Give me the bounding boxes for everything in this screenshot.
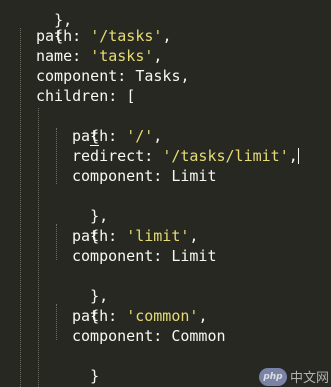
code-token: redirect: [72, 147, 145, 165]
code-token: path: [36, 27, 73, 45]
code-line: },: [54, 186, 108, 225]
code-string: 'common': [126, 307, 199, 325]
code-line: {: [54, 286, 99, 325]
watermark: php 中文网: [258, 367, 329, 386]
code-token: Limit: [171, 247, 217, 265]
code-line: component: Limit: [72, 167, 217, 185]
code-line: {: [54, 206, 99, 245]
code-string: '/tasks/limit': [162, 147, 289, 165]
code-token: path: [72, 227, 109, 245]
code-line: ]: [36, 366, 81, 386]
php-logo-icon: php: [258, 367, 287, 386]
code-editor[interactable]: }, { path: '/tasks', name: 'tasks', comp…: [0, 0, 331, 387]
text-cursor: [297, 148, 299, 164]
code-line: name: 'tasks',: [36, 47, 163, 65]
code-line: {: [54, 106, 100, 146]
code-token: Common: [171, 327, 226, 345]
code-line: },: [54, 266, 108, 305]
code-string: 'tasks': [90, 47, 154, 65]
code-line: component: Limit: [72, 247, 217, 265]
code-token: name: [36, 47, 73, 65]
code-token: Tasks: [135, 67, 181, 85]
code-line: path: 'common',: [72, 307, 208, 325]
code-line: {: [18, 6, 63, 45]
indent-guide: [38, 108, 39, 387]
code-token: children: [36, 87, 109, 105]
code-token: component: [72, 247, 154, 265]
code-line: path: 'limit',: [72, 227, 199, 245]
code-token: path: [72, 127, 109, 145]
code-line: }: [54, 346, 99, 385]
code-token: path: [72, 307, 109, 325]
code-line: component: Tasks,: [36, 67, 190, 85]
code-string: '/tasks': [90, 27, 163, 45]
watermark-text: 中文网: [289, 371, 329, 386]
code-token: Limit: [171, 167, 217, 185]
code-token: component: [72, 327, 154, 345]
code-line: path: '/',: [72, 127, 163, 145]
code-line: path: '/tasks',: [36, 27, 172, 45]
code-token: component: [72, 167, 154, 185]
code-token: [: [126, 87, 136, 105]
indent-guide: [20, 28, 21, 387]
code-string: '/': [126, 127, 154, 145]
code-line: redirect: '/tasks/limit',: [72, 147, 299, 165]
code-token: }: [90, 367, 100, 385]
code-token: component: [36, 67, 118, 85]
code-line: children: [: [36, 87, 136, 105]
code-string: 'limit': [126, 227, 190, 245]
code-line: component: Common: [72, 327, 226, 345]
